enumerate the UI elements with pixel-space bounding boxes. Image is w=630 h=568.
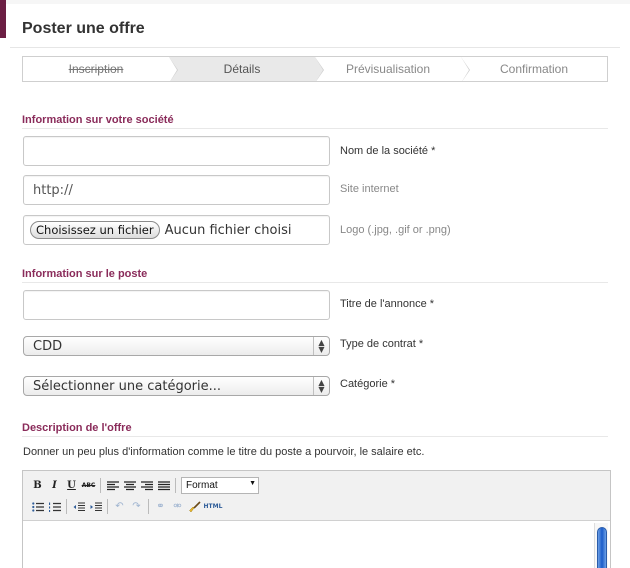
step-label: Confirmation <box>499 62 569 76</box>
description-help-text: Donner un peu plus d'information comme l… <box>23 446 425 458</box>
wizard-steps: Inscription Détails Prévisualisation Con… <box>22 56 608 82</box>
section-divider <box>22 282 608 283</box>
select-arrows-icon: ▲ ▼ <box>313 337 329 355</box>
toolbar-separator <box>148 499 149 514</box>
toolbar-separator <box>107 499 108 514</box>
category-select[interactable]: Sélectionner une catégorie... ▲ ▼ <box>23 376 330 396</box>
scrollbar-thumb[interactable] <box>597 527 607 568</box>
unlink-icon[interactable]: ⚮ <box>169 498 186 515</box>
website-label: Site internet <box>340 183 399 195</box>
align-left-icon[interactable] <box>104 477 121 494</box>
align-right-icon[interactable] <box>138 477 155 494</box>
format-select-value: Format <box>186 480 218 491</box>
toolbar-separator <box>66 499 67 514</box>
align-center-icon[interactable] <box>121 477 138 494</box>
title-divider <box>10 47 620 48</box>
section-divider <box>22 436 608 437</box>
contract-type-select[interactable]: CDD ▲ ▼ <box>23 336 330 356</box>
section-divider <box>22 128 608 129</box>
company-name-input[interactable] <box>23 136 330 166</box>
contract-type-label: Type de contrat * <box>340 338 424 350</box>
logo-file-field: Choisissez un fichier Aucun fichier choi… <box>23 215 330 245</box>
italic-button[interactable]: I <box>46 477 63 494</box>
step-label: Détails <box>223 62 261 76</box>
step-confirmation[interactable]: Confirmation <box>461 57 607 81</box>
job-title-label: Titre de l'annonce * <box>340 298 435 310</box>
undo-icon[interactable]: ↶ <box>111 498 128 515</box>
company-name-label: Nom de la société * <box>340 145 436 157</box>
website-input[interactable]: http:// <box>23 175 330 205</box>
toolbar-separator <box>175 478 176 493</box>
step-label: Prévisualisation <box>345 62 431 76</box>
strikethrough-button[interactable]: ABC <box>80 477 97 494</box>
cleanup-brush-icon[interactable] <box>186 498 203 515</box>
select-value: CDD <box>33 338 63 354</box>
underline-button[interactable]: U <box>63 477 80 494</box>
numbered-list-icon[interactable] <box>46 498 63 515</box>
toolbar-separator <box>100 478 101 493</box>
step-label: Inscription <box>68 62 124 76</box>
description-section-title: Description de l'offre <box>22 422 132 434</box>
select-arrows-icon: ▲ ▼ <box>313 377 329 395</box>
editor-toolbar: B I U ABC Format ▼ ↶ ↷ ⚭ ⚮ HTML <box>23 471 610 521</box>
outdent-icon[interactable] <box>70 498 87 515</box>
step-previsualisation[interactable]: Prévisualisation <box>315 57 470 81</box>
rich-text-editor: B I U ABC Format ▼ ↶ ↷ ⚭ ⚮ HTML <box>22 470 611 568</box>
step-details[interactable]: Détails <box>169 57 324 81</box>
bold-button[interactable]: B <box>29 477 46 494</box>
step-inscription[interactable]: Inscription <box>23 57 178 81</box>
job-section-title: Information sur le poste <box>22 268 148 280</box>
job-title-input[interactable] <box>23 290 330 320</box>
html-source-button[interactable]: HTML <box>203 498 223 515</box>
logo-label: Logo (.jpg, .gif or .png) <box>340 224 451 236</box>
file-status: Aucun fichier choisi <box>164 222 292 238</box>
link-icon[interactable]: ⚭ <box>152 498 169 515</box>
post-offer-panel: Poster une offre Inscription Détails Pré… <box>0 0 630 568</box>
category-label: Catégorie * <box>340 378 396 390</box>
chevron-down-icon: ▼ <box>249 480 256 487</box>
editor-scrollbar[interactable] <box>594 523 608 568</box>
format-select[interactable]: Format ▼ <box>181 477 259 494</box>
company-section-title: Information sur votre société <box>22 114 174 126</box>
select-value: Sélectionner une catégorie... <box>33 378 221 394</box>
redo-icon[interactable]: ↷ <box>128 498 145 515</box>
indent-icon[interactable] <box>87 498 104 515</box>
page-title: Poster une offre <box>22 20 145 37</box>
choose-file-button[interactable]: Choisissez un fichier <box>30 221 160 239</box>
bullet-list-icon[interactable] <box>29 498 46 515</box>
align-justify-icon[interactable] <box>155 477 172 494</box>
